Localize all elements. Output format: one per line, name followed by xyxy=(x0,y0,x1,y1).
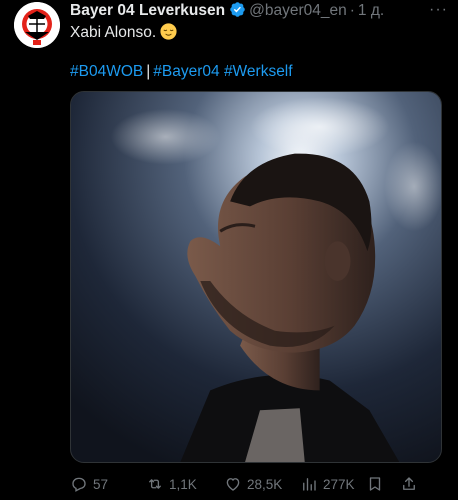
hashtag-werkself[interactable]: #Werkself xyxy=(224,63,293,80)
retweet-button[interactable]: 1,1K xyxy=(146,474,197,494)
verified-badge-icon xyxy=(229,1,246,21)
views-icon xyxy=(303,478,316,491)
views-button[interactable]: 277K xyxy=(300,474,355,494)
handle[interactable]: @bayer04_en xyxy=(249,2,347,19)
reply-button[interactable]: 57 xyxy=(70,474,108,494)
like-count: 28,5K xyxy=(247,476,283,492)
like-button[interactable]: 28,5K xyxy=(224,474,282,494)
bookmark-icon xyxy=(369,477,381,491)
timestamp[interactable]: 1 д. xyxy=(358,2,384,19)
hashtag-separator: | xyxy=(146,63,151,80)
avatar[interactable] xyxy=(14,2,60,48)
reply-icon xyxy=(72,477,86,492)
views-count: 277K xyxy=(323,476,355,492)
bayer-leverkusen-logo xyxy=(14,2,60,48)
hashtags: #B04WOB | #Bayer04 #Werkself xyxy=(70,62,448,82)
share-icon xyxy=(403,477,415,490)
share-button[interactable] xyxy=(400,474,418,494)
display-name[interactable]: Bayer 04 Leverkusen xyxy=(70,2,225,19)
retweet-count: 1,1K xyxy=(169,476,197,492)
tweet-text-content: Xabi Alonso. xyxy=(70,24,157,41)
hashtag-bayer04[interactable]: #Bayer04 xyxy=(153,63,219,80)
retweet-icon xyxy=(149,479,161,489)
relieved-face-emoji xyxy=(160,23,177,40)
separator: · xyxy=(349,2,355,19)
bookmark-button[interactable] xyxy=(366,474,384,494)
reply-count: 57 xyxy=(93,476,109,492)
hashtag-b04wob[interactable]: #B04WOB xyxy=(70,63,143,80)
tweet-text: Xabi Alonso. xyxy=(70,23,448,43)
heart-icon xyxy=(226,478,240,491)
tweet-photo[interactable] xyxy=(70,91,442,463)
tweet-actions: 57 1,1K 28,5K 277K xyxy=(70,474,450,494)
tweet-header: Bayer 04 Leverkusen @bayer04_en · 1 д. xyxy=(70,1,450,21)
more-icon[interactable]: ··· xyxy=(429,2,448,18)
